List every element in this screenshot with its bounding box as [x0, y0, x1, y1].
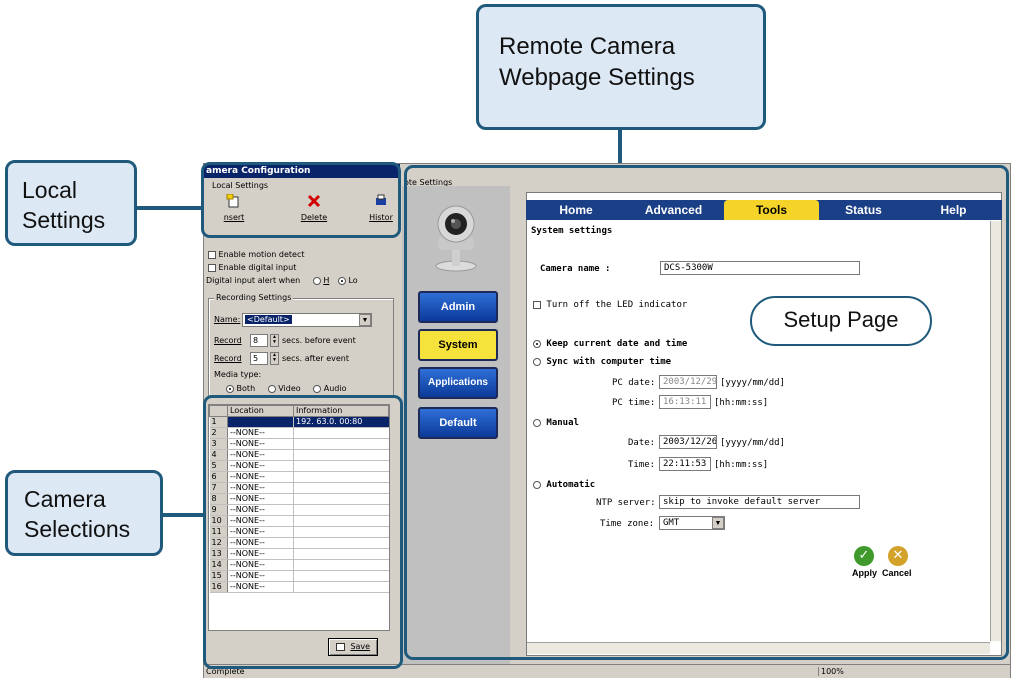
record-after-text: secs. after event [282, 354, 349, 363]
media-type-label: Media type: [214, 370, 262, 379]
recording-name-select[interactable]: <Default> [242, 313, 372, 327]
name-label: Name: [214, 315, 241, 324]
callout-text: Local [22, 177, 77, 203]
record-after-input[interactable]: 5 [250, 352, 268, 365]
record-after-label: Record [214, 354, 242, 363]
status-right: 100% [818, 667, 844, 676]
digital-input-checkbox[interactable] [208, 263, 216, 272]
callout-text: Camera [24, 486, 106, 512]
callout-text: Remote Camera [499, 33, 676, 60]
recording-settings-title: Recording Settings [214, 293, 294, 302]
media-both-radio[interactable] [226, 384, 234, 393]
media-video-radio[interactable] [267, 384, 276, 393]
remote-connector [618, 130, 622, 165]
motion-detect-row[interactable]: Enable motion detect [208, 250, 305, 259]
remote-settings-highlight [404, 165, 1009, 660]
callout-text: Webpage Settings [499, 64, 695, 91]
low-label: Lo [348, 276, 358, 285]
callout-text: Settings [22, 207, 106, 233]
record-before-spinner[interactable]: ▲ ▼ [270, 334, 279, 347]
record-before-text: secs. before event [282, 336, 356, 345]
high-radio[interactable] [312, 276, 321, 285]
motion-detect-checkbox[interactable] [208, 250, 216, 259]
media-audio-label: Audio [323, 384, 347, 393]
media-type-options: Both Video Audio [226, 384, 396, 394]
local-settings-highlight [201, 162, 401, 238]
digital-input-row[interactable]: Enable digital input [208, 263, 296, 272]
record-before-label: Record [214, 336, 242, 345]
high-label: H [323, 276, 330, 285]
media-video-label: Video [278, 384, 301, 393]
camera-selections-callout: Camera Selections [5, 470, 163, 556]
alert-when-label: Digital input alert when [206, 276, 301, 285]
camera-selections-highlight [203, 395, 403, 669]
callout-text: Selections [24, 516, 131, 542]
local-connector [137, 206, 207, 210]
callout-text: Setup Page [783, 307, 899, 332]
record-after-spinner[interactable]: ▲ ▼ [270, 352, 279, 365]
record-before-input[interactable]: 8 [250, 334, 268, 347]
digital-input-label: Enable digital input [218, 263, 297, 272]
local-settings-callout: Local Settings [5, 160, 137, 246]
remote-camera-callout: Remote Camera Webpage Settings [476, 4, 766, 130]
media-audio-radio[interactable] [313, 384, 322, 393]
motion-detect-label: Enable motion detect [218, 250, 305, 259]
media-both-label: Both [236, 384, 256, 393]
alert-when-row: Digital input alert when H Lo [206, 276, 398, 285]
low-radio[interactable] [337, 276, 346, 285]
setup-page-callout: Setup Page [750, 296, 932, 346]
chevron-down-icon[interactable]: ▼ [359, 314, 371, 326]
recording-name-value: <Default> [245, 315, 292, 324]
